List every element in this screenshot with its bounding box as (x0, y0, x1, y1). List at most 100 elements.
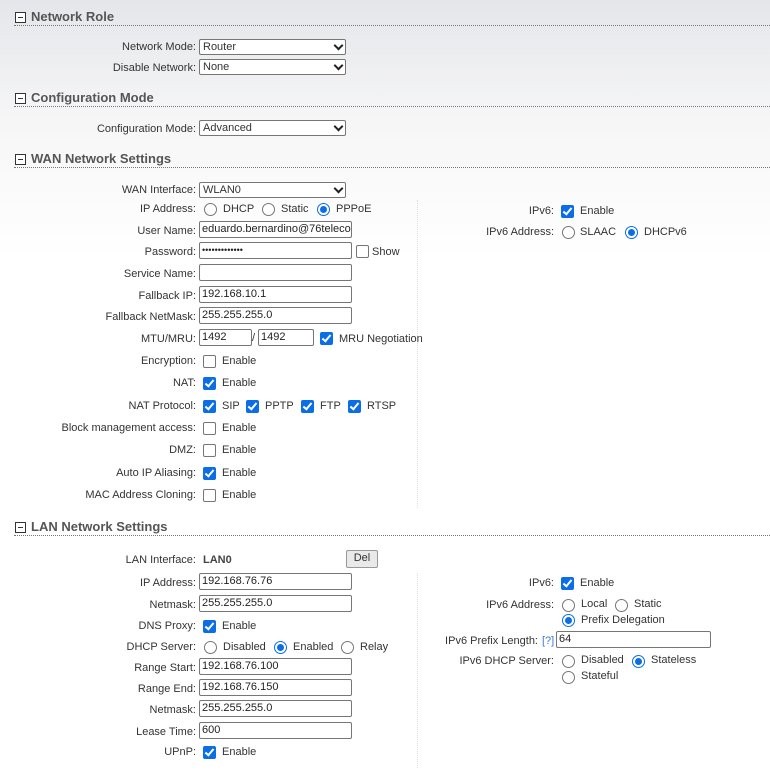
wan-ipv6-address-label: IPv6 Address: (486, 226, 554, 238)
lan-netmask-input[interactable]: 255.255.255.0 (199, 595, 352, 612)
range-end-label: Range End: (137, 683, 196, 695)
nat-label: NAT: (172, 377, 196, 389)
disable-network-select[interactable]: None (199, 59, 346, 75)
dhcp-netmask-input[interactable]: 255.255.255.0 (199, 700, 352, 717)
collapse-icon[interactable] (15, 522, 26, 533)
lan-interface-label: LAN Interface: (125, 554, 196, 566)
block-mgmt-checkbox[interactable] (203, 422, 216, 435)
username-label: User Name: (137, 225, 196, 237)
section-title-configuration-mode: Configuration Mode (31, 90, 154, 105)
chevron-down-icon (333, 183, 344, 194)
radio-slaac[interactable] (562, 226, 575, 239)
show-password-checkbox[interactable] (356, 245, 369, 258)
range-end-input[interactable]: 192.168.76.150 (199, 679, 352, 696)
enable-label: Enable (222, 489, 257, 501)
chevron-down-icon (333, 121, 344, 132)
prefix-length-input[interactable]: 64 (556, 631, 711, 648)
dns-proxy-checkbox[interactable] (203, 620, 216, 633)
network-mode-select[interactable]: Router (199, 39, 346, 55)
range-start-label: Range Start: (134, 662, 196, 674)
enable-label: Enable (222, 467, 257, 479)
radio-label: Disabled (581, 654, 624, 666)
collapse-icon[interactable] (15, 12, 26, 23)
dhcp-server-label: DHCP Server: (126, 641, 196, 653)
radio-pppoe[interactable] (317, 203, 330, 216)
radio-stateful[interactable] (562, 671, 575, 684)
dhcp-netmask-label: Netmask: (149, 704, 196, 716)
radio-dhcpv6[interactable] (625, 226, 638, 239)
wan-interface-select[interactable]: WLAN0 (199, 182, 346, 198)
delete-button[interactable]: Del (346, 550, 378, 568)
fallback-netmask-input[interactable]: 255.255.255.0 (199, 307, 352, 324)
lease-time-input[interactable]: 600 (199, 722, 352, 739)
fallback-ip-input[interactable]: 192.168.10.1 (199, 286, 352, 303)
enable-label: Enable (222, 620, 257, 632)
collapse-icon[interactable] (15, 154, 26, 165)
radio-static[interactable] (615, 599, 628, 612)
auto-ip-checkbox[interactable] (203, 467, 216, 480)
radio-static[interactable] (262, 203, 275, 216)
divider (14, 25, 770, 26)
dmz-label: DMZ: (169, 444, 196, 456)
upnp-label: UPnP: (164, 746, 196, 758)
encryption-label: Encryption: (140, 355, 196, 367)
service-name-label: Service Name: (123, 268, 196, 280)
enable-label: Enable (222, 355, 257, 367)
radio-dhcp-disabled[interactable] (204, 641, 217, 654)
section-title-network-role: Network Role (31, 9, 115, 24)
network-mode-label: Network Mode: (122, 41, 196, 53)
mac-clone-label: MAC Address Cloning: (85, 489, 196, 501)
radio-dhcp[interactable] (204, 203, 217, 216)
auto-ip-label: Auto IP Aliasing: (116, 467, 196, 479)
radio-label: DHCPv6 (644, 226, 687, 238)
radio-ipv6-dhcp-disabled[interactable] (562, 655, 575, 668)
mru-negotiation-checkbox[interactable] (320, 332, 333, 345)
lan-interface-value: LAN0 (203, 554, 232, 566)
radio-dhcp-relay[interactable] (341, 641, 354, 654)
nat-sip-checkbox[interactable] (203, 400, 216, 413)
lan-ip-input[interactable]: 192.168.76.76 (199, 573, 352, 590)
enable-label: Enable (580, 205, 615, 217)
nat-pptp-label: PPTP (265, 400, 294, 412)
password-input[interactable]: ••••••••••••• (199, 242, 352, 259)
fallback-ip-label: Fallback IP: (138, 290, 196, 302)
service-name-input[interactable] (199, 264, 352, 281)
ip-address-label: IP Address: (139, 203, 196, 215)
mtu-input[interactable]: 1492 (199, 329, 252, 346)
mac-clone-checkbox[interactable] (203, 489, 216, 502)
dmz-checkbox[interactable] (203, 444, 216, 457)
radio-label: Static (634, 598, 662, 610)
lan-ipv6-label: IPv6: (528, 577, 554, 589)
divider (14, 167, 770, 168)
lan-ip-label: IP Address: (139, 577, 196, 589)
nat-rtsp-label: RTSP (367, 400, 397, 412)
configuration-mode-select[interactable]: Advanced (199, 120, 346, 136)
lan-ipv6-checkbox[interactable] (561, 577, 574, 590)
section-title-wan: WAN Network Settings (31, 151, 172, 166)
show-label: Show (372, 246, 400, 258)
username-input[interactable]: eduardo.bernardino@76teleco (199, 221, 352, 238)
wan-ipv6-checkbox[interactable] (561, 205, 574, 218)
encryption-checkbox[interactable] (203, 355, 216, 368)
dns-proxy-label: DNS Proxy: (138, 620, 196, 632)
divider (14, 106, 770, 107)
nat-rtsp-checkbox[interactable] (348, 400, 361, 413)
mtu-label: MTU/MRU: (141, 333, 196, 345)
divider (14, 535, 770, 536)
nat-ftp-checkbox[interactable] (301, 400, 314, 413)
upnp-checkbox[interactable] (203, 746, 216, 759)
enable-label: Enable (222, 746, 257, 758)
radio-stateless[interactable] (632, 655, 645, 668)
collapse-icon[interactable] (15, 93, 26, 104)
radio-local[interactable] (562, 599, 575, 612)
nat-checkbox[interactable] (203, 377, 216, 390)
radio-label: DHCP (223, 203, 255, 215)
radio-dhcp-enabled[interactable] (274, 641, 287, 654)
radio-label: Disabled (223, 641, 266, 653)
nat-pptp-checkbox[interactable] (246, 400, 259, 413)
mru-input[interactable]: 1492 (258, 329, 314, 346)
password-label: Password: (144, 246, 196, 258)
help-link[interactable]: [?] (542, 634, 554, 648)
radio-prefix-delegation[interactable] (562, 614, 575, 627)
range-start-input[interactable]: 192.168.76.100 (199, 658, 352, 675)
